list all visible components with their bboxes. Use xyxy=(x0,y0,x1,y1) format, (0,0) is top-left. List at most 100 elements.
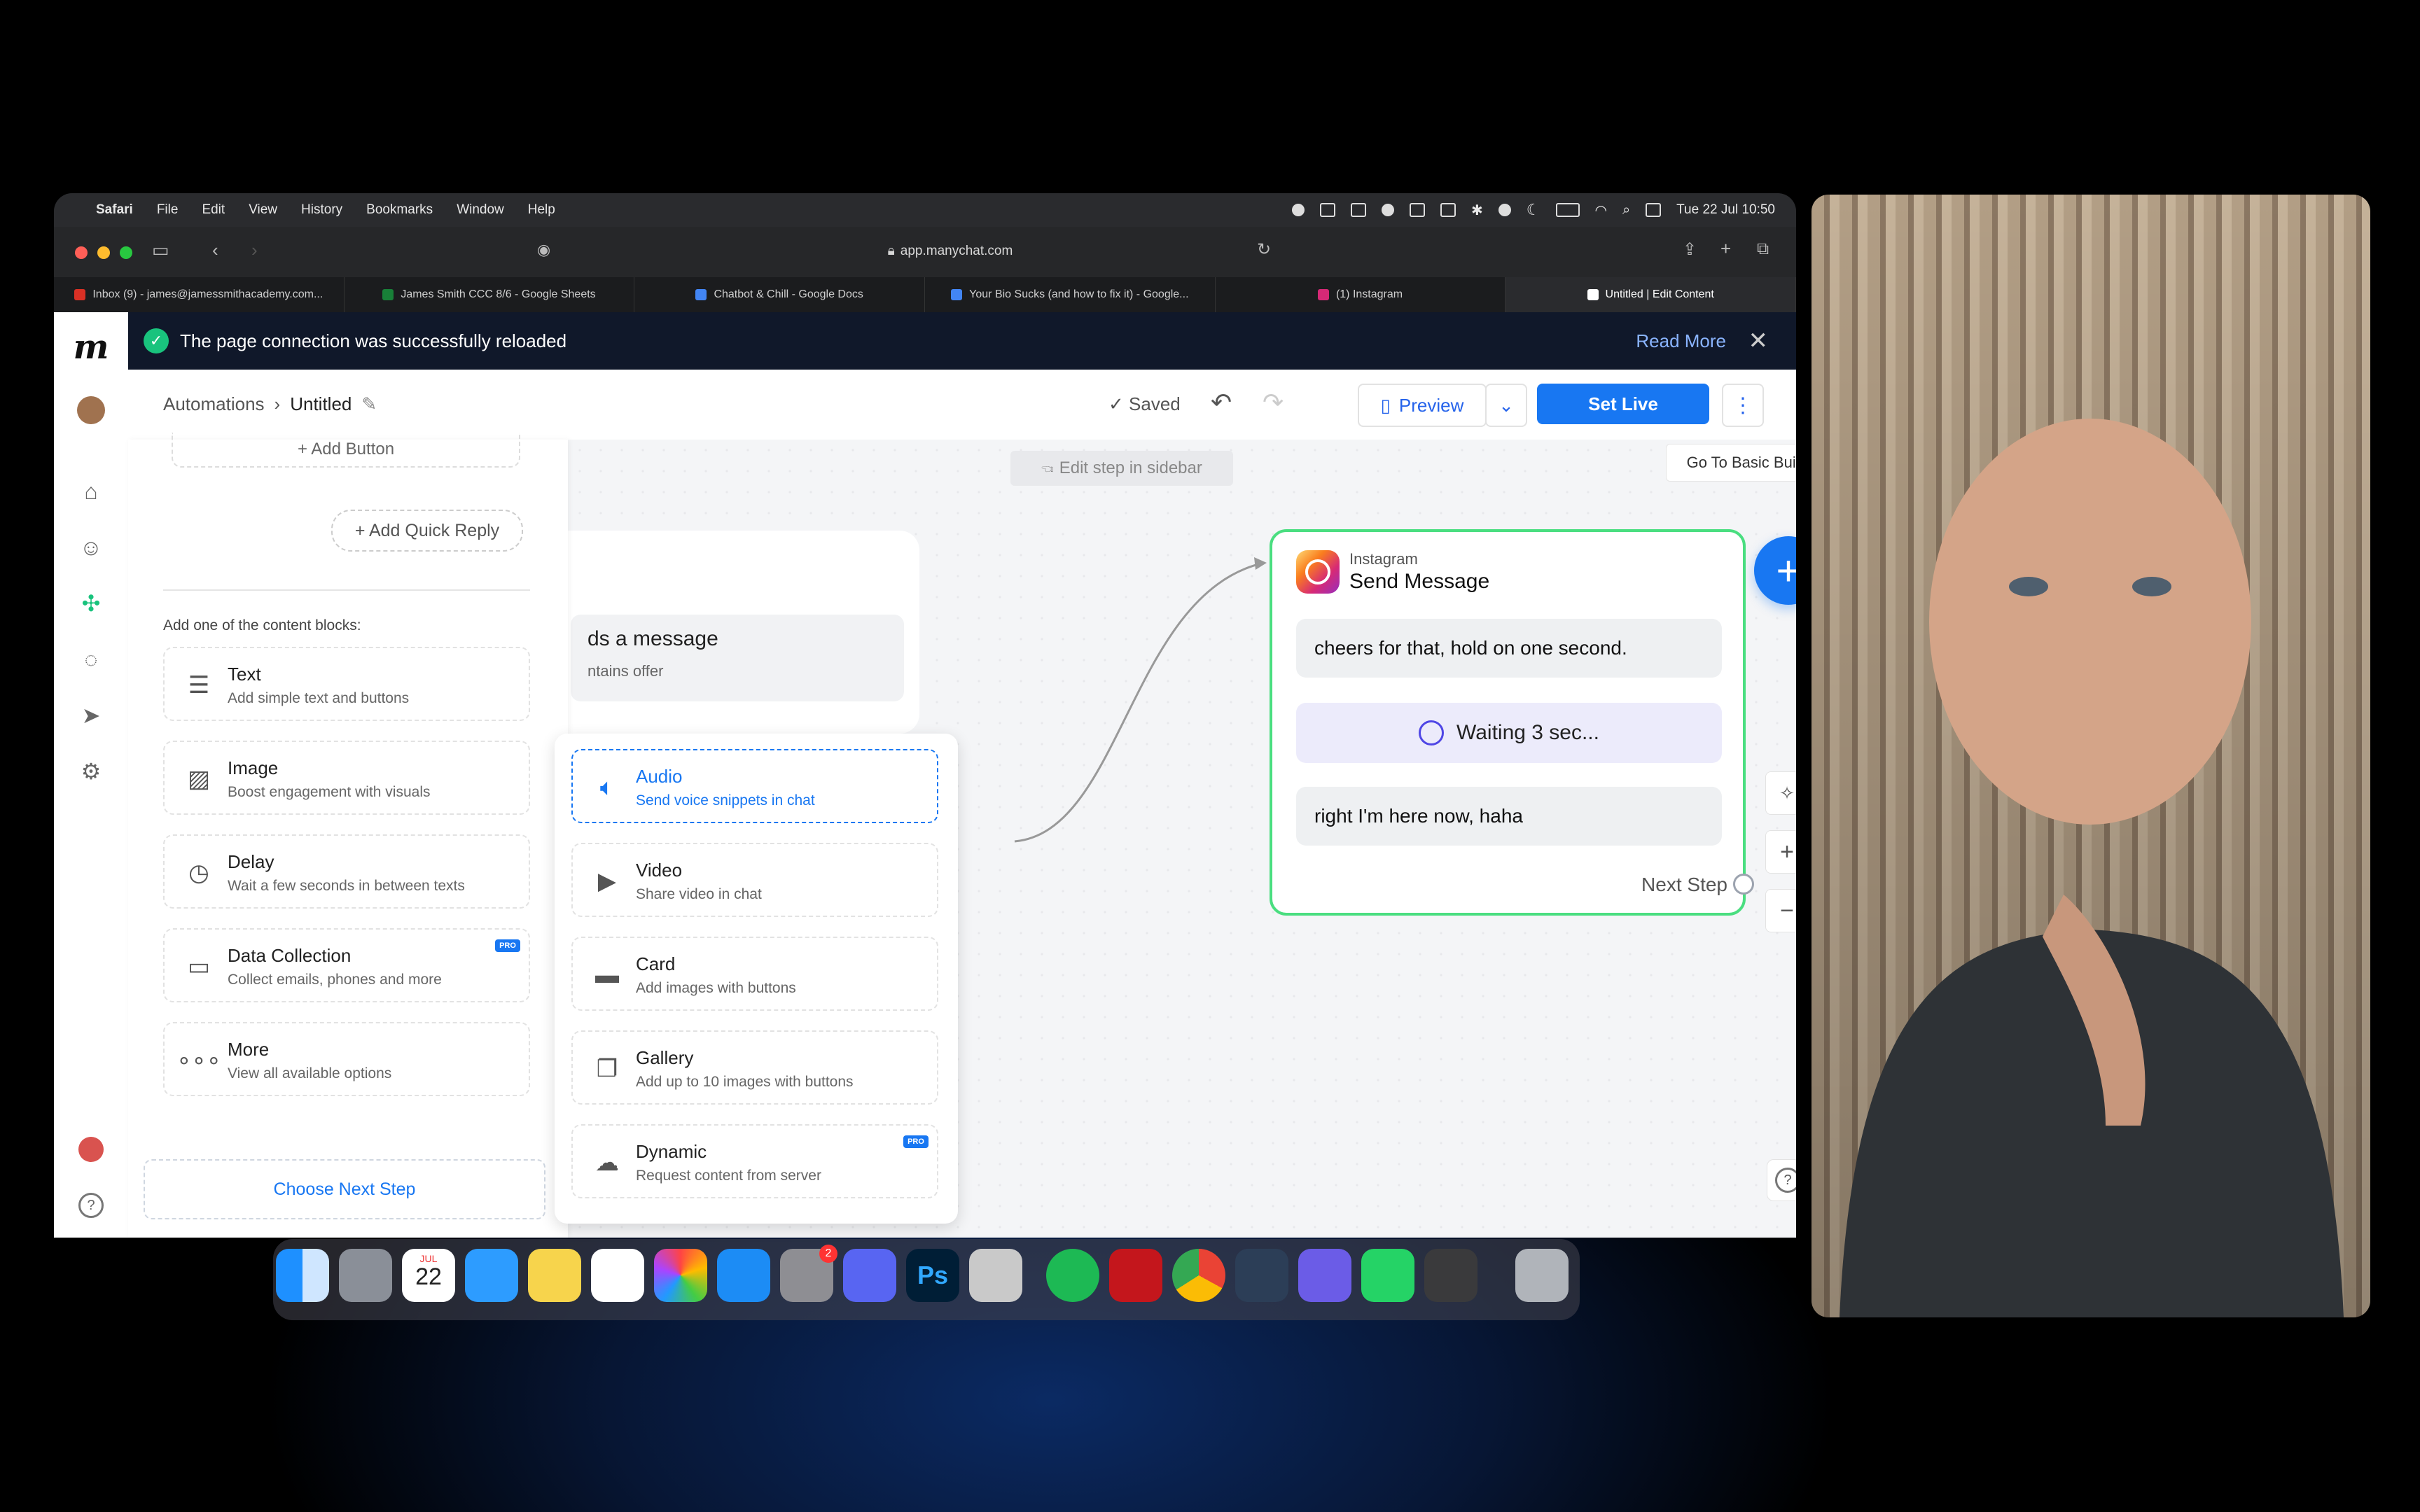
message-bubble[interactable]: cheers for that, hold on one second. xyxy=(1296,619,1722,678)
block-video[interactable]: ▶ Video Share video in chat xyxy=(571,843,938,917)
block-delay[interactable]: ◷ Delay Wait a few seconds in between te… xyxy=(163,834,530,909)
notes-icon[interactable] xyxy=(528,1249,581,1302)
menu-file[interactable]: File xyxy=(157,202,179,218)
utility-app-icon[interactable] xyxy=(969,1249,1022,1302)
status-app-icon[interactable] xyxy=(1320,203,1335,217)
menu-view[interactable]: View xyxy=(249,202,277,218)
menu-bookmarks[interactable]: Bookmarks xyxy=(366,202,433,218)
manychat-logo[interactable]: m xyxy=(68,328,114,367)
address-bar[interactable]: 🔒︎ app.manychat.com xyxy=(565,235,1335,267)
status-app-icon[interactable] xyxy=(1410,203,1425,217)
redo-icon[interactable]: ↷ xyxy=(1263,388,1284,417)
browser-tab-active[interactable]: Untitled | Edit Content xyxy=(1505,277,1796,312)
back-icon[interactable]: ‹ xyxy=(212,239,218,261)
block-gallery[interactable]: ❐ Gallery Add up to 10 images with butto… xyxy=(571,1030,938,1105)
menu-window[interactable]: Window xyxy=(457,202,504,218)
preview-button[interactable]: ▯ Preview xyxy=(1358,384,1487,427)
launchpad-icon[interactable] xyxy=(339,1249,392,1302)
quicktime-icon[interactable] xyxy=(1424,1249,1477,1302)
automation-icon[interactable]: ✣ xyxy=(77,589,105,617)
home-icon[interactable]: ⌂ xyxy=(77,477,105,505)
help-icon[interactable]: ? xyxy=(77,1191,105,1219)
search-icon[interactable]: ⌕ xyxy=(1622,202,1630,218)
spotify-icon[interactable] xyxy=(1046,1249,1099,1302)
browser-tab[interactable]: Inbox (9) - james@jamessmithacademy.com.… xyxy=(54,277,345,312)
tab-overview-icon[interactable]: ⧉ xyxy=(1757,239,1769,259)
block-more[interactable]: ∘∘∘ More View all available options xyxy=(163,1022,530,1096)
browser-tab[interactable]: Your Bio Sucks (and how to fix it) - Goo… xyxy=(925,277,1216,312)
browser-tab[interactable]: James Smith CCC 8/6 - Google Sheets xyxy=(345,277,635,312)
moon-icon[interactable]: ☾ xyxy=(1527,201,1541,219)
photoshop-icon[interactable]: Ps xyxy=(906,1249,959,1302)
record-icon[interactable] xyxy=(1292,204,1305,216)
forward-icon[interactable]: › xyxy=(251,239,258,261)
breadcrumb-automations[interactable]: Automations xyxy=(163,393,265,415)
chat-icon[interactable]: ◌ xyxy=(77,645,105,673)
menu-history[interactable]: History xyxy=(301,202,342,218)
browser-tab[interactable]: Chatbot & Chill - Google Docs xyxy=(634,277,926,312)
read-more-link[interactable]: Read More xyxy=(1636,330,1726,352)
block-audio[interactable]: 🔈︎ Audio Send voice snippets in chat xyxy=(571,749,938,823)
add-quick-reply-button[interactable]: + Add Quick Reply xyxy=(331,510,523,552)
zoom-out-button[interactable]: − xyxy=(1765,889,1796,932)
sidebar-toggle-icon[interactable]: ▭ xyxy=(152,239,169,261)
contacts-icon[interactable]: ☺ xyxy=(77,533,105,561)
finder-icon[interactable] xyxy=(276,1249,329,1302)
browser-tab[interactable]: (1) Instagram xyxy=(1216,277,1506,312)
block-dynamic[interactable]: ☁ Dynamic Request content from server PR… xyxy=(571,1124,938,1198)
photos-icon[interactable] xyxy=(654,1249,707,1302)
choose-next-step-button[interactable]: Choose Next Step xyxy=(144,1159,545,1219)
close-window-button[interactable] xyxy=(75,246,88,259)
trash-icon[interactable] xyxy=(1515,1249,1569,1302)
new-tab-icon[interactable]: + xyxy=(1720,238,1731,260)
reload-icon[interactable]: ↻ xyxy=(1257,239,1271,260)
status-app-icon[interactable] xyxy=(1382,204,1394,216)
clock-text[interactable]: Tue 22 Jul 10:50 xyxy=(1676,202,1775,218)
settings-icon[interactable]: ⚙ xyxy=(77,757,105,785)
play-icon[interactable] xyxy=(1498,204,1511,216)
app-icon[interactable] xyxy=(1298,1249,1351,1302)
status-app-icon[interactable] xyxy=(1440,203,1456,217)
help-button[interactable]: ? xyxy=(1767,1159,1796,1201)
next-step-connector[interactable] xyxy=(1733,874,1754,895)
extension-icon[interactable]: ◉ xyxy=(537,241,550,259)
calendar-icon[interactable]: JUL 22 xyxy=(402,1249,455,1302)
menu-edit[interactable]: Edit xyxy=(202,202,225,218)
battery-icon[interactable] xyxy=(1555,203,1580,217)
block-card[interactable]: ▬ Card Add images with buttons xyxy=(571,937,938,1011)
app-store-icon[interactable] xyxy=(717,1249,770,1302)
freeform-icon[interactable] xyxy=(591,1249,644,1302)
acrobat-icon[interactable] xyxy=(1109,1249,1162,1302)
block-text[interactable]: ☰ Text Add simple text and buttons xyxy=(163,647,530,721)
delay-block[interactable]: Waiting 3 sec... xyxy=(1296,703,1722,763)
menu-app-name[interactable]: Safari xyxy=(96,202,133,218)
wifi-icon[interactable]: ◠ xyxy=(1595,202,1607,219)
user-avatar[interactable] xyxy=(77,1135,105,1163)
safari-icon[interactable] xyxy=(465,1249,518,1302)
davinci-resolve-icon[interactable] xyxy=(1235,1249,1288,1302)
whatsapp-icon[interactable] xyxy=(1361,1249,1414,1302)
menu-help[interactable]: Help xyxy=(528,202,555,218)
system-settings-icon[interactable]: 2 xyxy=(780,1245,837,1302)
send-message-node[interactable]: Instagram Send Message cheers for that, … xyxy=(1270,529,1754,916)
close-icon[interactable]: ✕ xyxy=(1748,327,1769,355)
bluetooth-icon[interactable]: ✱ xyxy=(1471,202,1483,219)
zoom-window-button[interactable] xyxy=(120,246,132,259)
chrome-icon[interactable] xyxy=(1172,1249,1225,1302)
add-button[interactable]: + Add Button xyxy=(172,433,520,468)
minimize-window-button[interactable] xyxy=(97,246,110,259)
block-image[interactable]: ▨ Image Boost engagement with visuals xyxy=(163,741,530,815)
preview-dropdown[interactable]: ⌄ xyxy=(1485,384,1527,427)
share-icon[interactable]: ⇪ xyxy=(1683,239,1697,260)
block-data-collection[interactable]: ▭ Data Collection Collect emails, phones… xyxy=(163,928,530,1002)
account-avatar[interactable] xyxy=(77,396,105,424)
zoom-in-button[interactable]: + xyxy=(1765,830,1796,874)
set-live-button[interactable]: Set Live xyxy=(1537,384,1709,424)
discord-icon[interactable] xyxy=(843,1249,896,1302)
message-bubble[interactable]: right I'm here now, haha xyxy=(1296,787,1722,846)
magic-wand-icon[interactable]: ✧ xyxy=(1765,771,1796,815)
undo-icon[interactable]: ↶ xyxy=(1211,388,1232,417)
pencil-icon[interactable]: ✎ xyxy=(361,393,377,415)
broadcast-icon[interactable]: ➤ xyxy=(77,701,105,729)
more-options-icon[interactable]: ⋮ xyxy=(1722,384,1764,427)
